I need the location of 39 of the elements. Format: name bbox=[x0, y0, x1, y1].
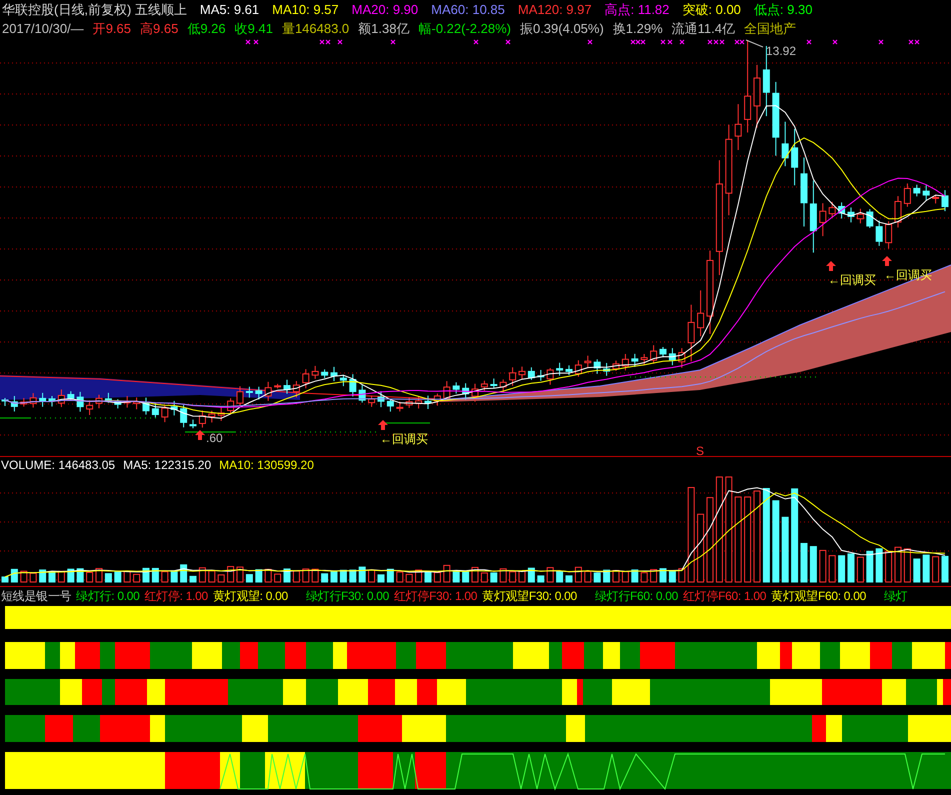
indicator-name: 短线是银一号 bbox=[1, 588, 72, 605]
quote-value: 低9.26 bbox=[187, 20, 226, 38]
quote-value: 收9.41 bbox=[234, 20, 273, 38]
quote-value: 高9.65 bbox=[140, 20, 178, 38]
quote-value: 换1.29% bbox=[612, 20, 663, 38]
quote-value: 2017/10/30/— bbox=[2, 20, 84, 38]
signal-value: 绿灯 bbox=[884, 588, 908, 605]
indicator-value: MA120: 9.97 bbox=[518, 1, 592, 19]
indicator-value: MA5: 9.61 bbox=[200, 1, 260, 19]
sell-signal-label: S bbox=[696, 444, 704, 456]
buy-signal-label: ←回调买 bbox=[380, 432, 428, 446]
price-label: .60 bbox=[206, 431, 223, 445]
volume-value: MA5: 122315.20 bbox=[123, 457, 212, 473]
quote-value: 开9.65 bbox=[92, 20, 131, 38]
indicator-value: 低点: 9.30 bbox=[754, 1, 812, 19]
indicator-value: MA60: 10.85 bbox=[431, 1, 505, 19]
signal-value: 绿灯行F30: 0.00 bbox=[306, 588, 389, 605]
indicator-value: MA10: 9.57 bbox=[272, 1, 339, 19]
signal-value: 红灯停F30: 1.00 bbox=[394, 588, 478, 605]
indicator-value: 高点: 11.82 bbox=[604, 1, 670, 19]
signal-value: 黄灯观望: 0.00 bbox=[212, 588, 288, 605]
quote-value: 量146483.0 bbox=[282, 20, 350, 38]
signal-value: 红灯停F60: 1.00 bbox=[683, 588, 766, 605]
indicator-value: 突破: 0.00 bbox=[682, 1, 741, 19]
buy-signal-label: ←回调买 bbox=[828, 273, 876, 287]
chart-title: 华联控股(日线,前复权) 五线顺上 bbox=[2, 1, 187, 19]
volume-value: VOLUME: 146483.05 bbox=[1, 457, 116, 473]
signal-value: 黄灯观望F60: 0.00 bbox=[771, 588, 866, 605]
quote-value: 额1.38亿 bbox=[358, 20, 410, 38]
volume-value: MA10: 130599.20 bbox=[219, 457, 314, 473]
signal-value: 绿灯行F60: 0.00 bbox=[594, 588, 678, 605]
quote-value: 振0.39(4.05%) bbox=[520, 20, 604, 38]
indicator-value: MA20: 9.90 bbox=[352, 1, 418, 19]
quote-value: 全国地产 bbox=[744, 20, 796, 38]
signal-value: 黄灯观望F30: 0.00 bbox=[482, 588, 577, 605]
signal-value: 绿灯行: 0.00 bbox=[76, 588, 140, 605]
quote-value: 流通11.4亿 bbox=[672, 20, 736, 38]
signal-value: 红灯停: 1.00 bbox=[144, 588, 208, 605]
quote-value: 幅-0.22(-2.28%) bbox=[418, 20, 511, 38]
